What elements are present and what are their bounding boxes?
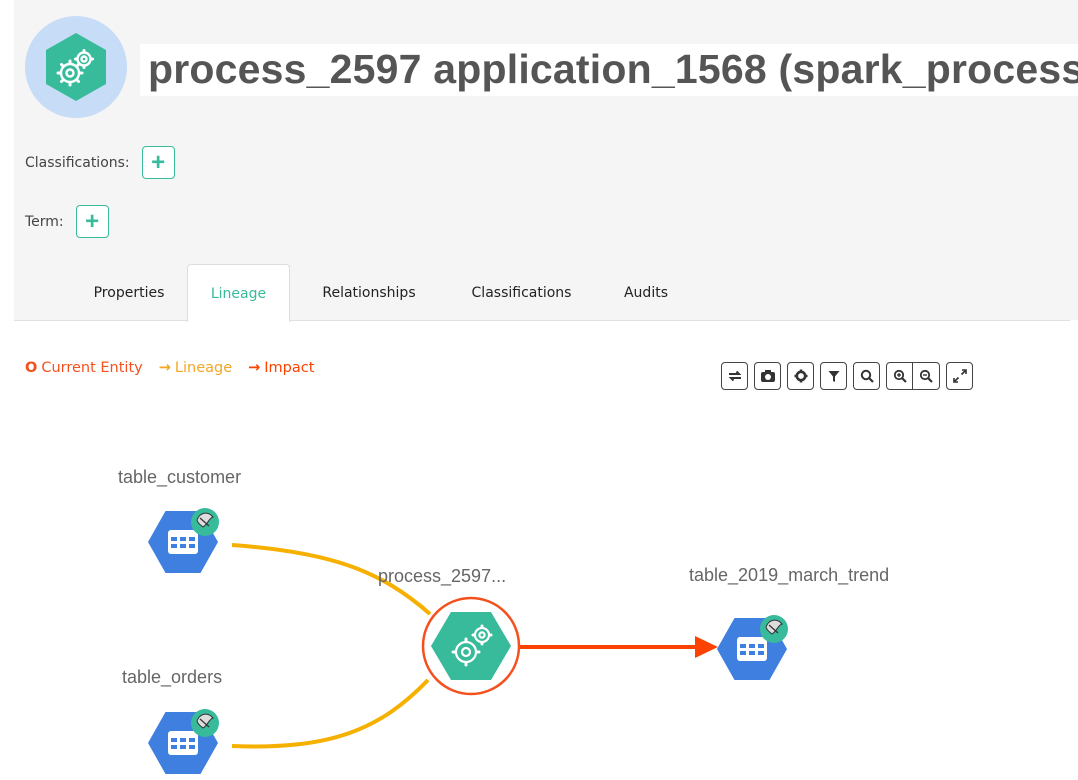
lineage-graph: table_customer table_orders process_2597… — [0, 400, 1078, 780]
node-label-table-2019-march-trend: table_2019_march_trend — [689, 565, 890, 585]
tab-classifications[interactable]: Classifications — [454, 264, 589, 321]
fullscreen-button[interactable] — [946, 362, 973, 390]
node-label-process-2597: process_2597... — [378, 566, 507, 586]
tab-relationships[interactable]: Relationships — [299, 264, 439, 321]
search-icon — [860, 369, 874, 383]
tab-lineage[interactable]: Lineage — [187, 264, 290, 322]
tab-audits[interactable]: Audits — [606, 264, 686, 321]
tab-properties[interactable]: Properties — [74, 264, 184, 321]
term-row: Term: + — [25, 205, 109, 238]
term-label: Term: — [25, 213, 64, 230]
edge-table-orders-to-process[interactable] — [231, 672, 436, 749]
edge-process-to-table-march-trend[interactable] — [520, 636, 718, 658]
node-table-orders[interactable] — [147, 708, 220, 775]
node-table-2019-march-trend[interactable] — [716, 614, 789, 681]
legend-impact-label: Impact — [264, 360, 315, 376]
node-process-2597[interactable] — [421, 596, 521, 696]
current-entity-icon: O — [25, 360, 38, 376]
node-label-table-orders: table_orders — [122, 667, 223, 687]
filter-icon — [828, 370, 839, 382]
classifications-label: Classifications: — [25, 154, 130, 171]
lineage-arrow-icon: → — [158, 360, 171, 376]
legend-impact: → Impact — [248, 360, 314, 376]
search-button[interactable] — [853, 362, 880, 390]
zoom-out-icon — [919, 369, 933, 383]
zoom-in-button[interactable] — [886, 362, 913, 390]
legend-current-label: Current Entity — [41, 360, 143, 376]
zoom-out-button[interactable] — [913, 362, 940, 390]
camera-icon — [760, 370, 775, 382]
zoom-controls — [886, 362, 940, 390]
lineage-graph-canvas — [147, 507, 789, 775]
entity-type-icon — [25, 16, 127, 118]
legend-current-entity: O Current Entity — [25, 360, 143, 376]
reset-lineage-button[interactable] — [721, 362, 748, 390]
add-term-button[interactable]: + — [75, 205, 109, 238]
legend-lineage-label: Lineage — [174, 360, 233, 376]
add-classification-button[interactable]: + — [141, 146, 175, 179]
legend-lineage: → Lineage — [159, 360, 232, 376]
reset-lineage-icon — [728, 370, 741, 382]
gears-icon — [46, 33, 106, 101]
lineage-legend: O Current Entity → Lineage → Impact — [25, 360, 330, 376]
node-table-customer[interactable] — [147, 507, 220, 574]
classifications-row: Classifications: + — [25, 146, 175, 179]
export-image-button[interactable] — [754, 362, 781, 390]
page-title: process_2597 application_1568 (spark_pro… — [148, 46, 1078, 92]
entity-title-box: process_2597 application_1568 (spark_pro… — [140, 44, 1078, 96]
impact-arrow-icon: → — [248, 360, 261, 376]
zoom-in-icon — [893, 369, 907, 383]
node-label-table-customer: table_customer — [118, 467, 242, 487]
settings-icon — [794, 369, 807, 383]
fullscreen-icon — [952, 369, 967, 383]
lineage-toolbar — [721, 362, 979, 390]
detail-tabs: Properties Lineage Relationships Classif… — [14, 264, 1070, 322]
filter-button[interactable] — [820, 362, 847, 390]
settings-button[interactable] — [787, 362, 814, 390]
